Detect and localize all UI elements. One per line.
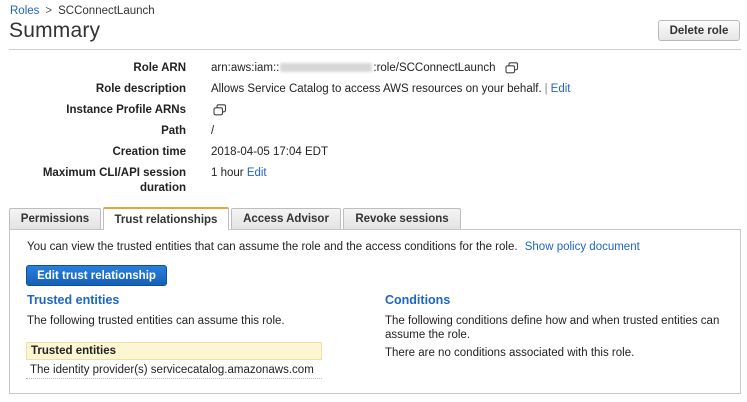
tab-permissions[interactable]: Permissions <box>9 208 101 229</box>
edit-description-link[interactable]: Edit <box>551 83 571 95</box>
role-description-value-wrap: Allows Service Catalog to access AWS res… <box>211 82 571 97</box>
edit-trust-relationship-button[interactable]: Edit trust relationship <box>26 265 167 286</box>
trusted-entities-table-header: Trusted entities <box>26 342 322 360</box>
conditions-heading: Conditions <box>385 293 451 307</box>
max-session-label-line2: duration <box>140 182 186 194</box>
trusted-entities-description: The following trusted entities can assum… <box>27 315 285 327</box>
role-description-label: Role description <box>95 83 186 95</box>
show-policy-document-link[interactable]: Show policy document <box>525 241 640 253</box>
edit-session-duration-link[interactable]: Edit <box>247 167 267 179</box>
role-arn-suffix: :role/SCConnectLaunch <box>373 62 496 74</box>
copy-icon[interactable] <box>505 62 519 74</box>
max-session-value: 1 hour <box>211 167 244 179</box>
breadcrumb: Roles > SCConnectLaunch <box>10 5 155 17</box>
table-row: The identity provider(s) servicecatalog.… <box>26 362 322 379</box>
max-session-label: Maximum CLI/API session duration <box>43 166 186 196</box>
pipe-separator: | <box>544 83 548 95</box>
role-arn-value: arn:aws:iam:::role/SCConnectLaunch <box>211 61 519 76</box>
role-description-value: Allows Service Catalog to access AWS res… <box>211 83 542 95</box>
trusted-entities-heading: Trusted entities <box>27 293 120 307</box>
conditions-description-line2: assume the role. <box>385 329 471 341</box>
tab-revoke-sessions[interactable]: Revoke sessions <box>343 208 461 229</box>
tab-trust-relationships[interactable]: Trust relationships <box>103 207 229 230</box>
path-label: Path <box>161 125 186 137</box>
page-title: Summary <box>9 19 101 42</box>
panel-intro: You can view the trusted entities that c… <box>27 241 640 253</box>
instance-profile-label: Instance Profile ARNs <box>66 104 186 116</box>
creation-time-label: Creation time <box>112 146 187 158</box>
trust-relationships-panel: You can view the trusted entities that c… <box>9 229 741 394</box>
conditions-description-line1: The following conditions define how and … <box>385 315 720 327</box>
breadcrumb-separator: > <box>45 5 53 17</box>
conditions-empty-text: There are no conditions associated with … <box>385 347 635 359</box>
copy-icon[interactable] <box>213 104 227 116</box>
redacted-account-id <box>280 63 373 73</box>
instance-profile-value <box>211 103 227 118</box>
creation-time-value: 2018-04-05 17:04 EDT <box>211 146 328 158</box>
trusted-entities-table: Trusted entities The identity provider(s… <box>26 342 322 379</box>
breadcrumb-current: SCConnectLaunch <box>58 5 155 17</box>
role-arn-label: Role ARN <box>133 62 186 74</box>
max-session-value-wrap: 1 hour Edit <box>211 166 267 181</box>
role-arn-prefix: arn:aws:iam:: <box>211 62 280 74</box>
breadcrumb-roles-link[interactable]: Roles <box>10 5 39 17</box>
conditions-description: The following conditions define how and … <box>385 314 719 342</box>
path-value: / <box>211 125 215 137</box>
header-divider <box>9 49 741 50</box>
panel-intro-text: You can view the trusted entities that c… <box>27 241 518 253</box>
delete-role-button[interactable]: Delete role <box>658 20 740 41</box>
max-session-label-line1: Maximum CLI/API session <box>42 167 186 179</box>
tab-access-advisor[interactable]: Access Advisor <box>231 208 341 229</box>
